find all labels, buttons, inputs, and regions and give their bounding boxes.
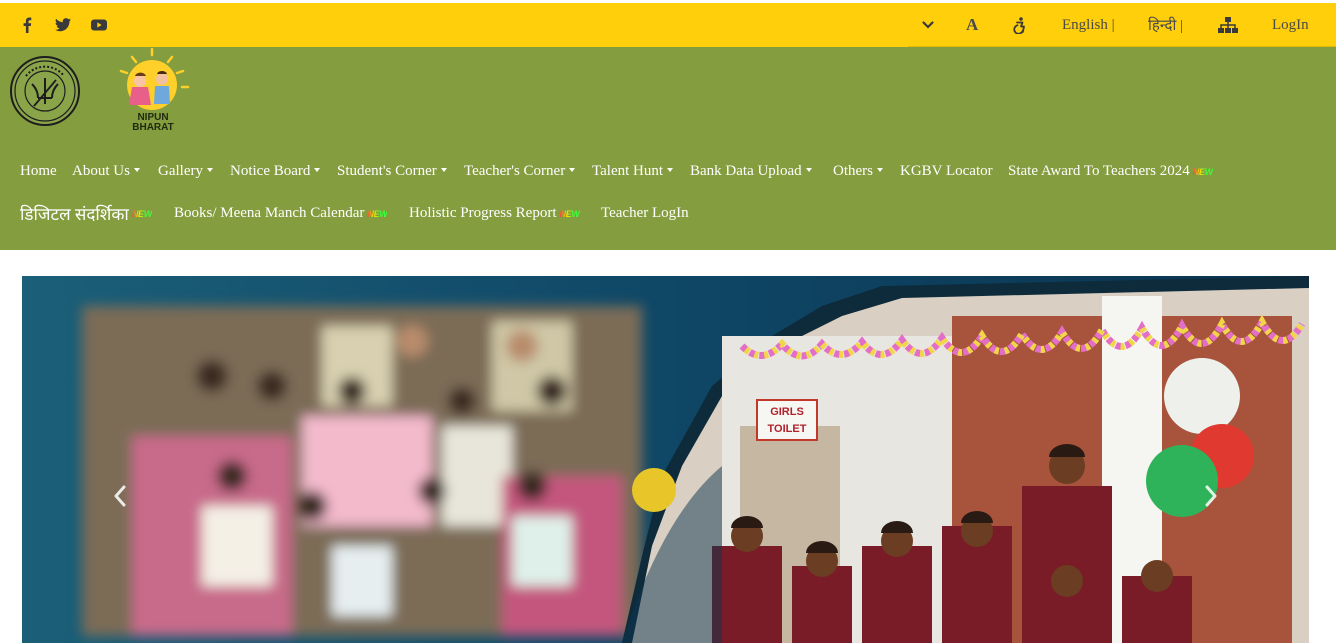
caret-down-icon	[133, 168, 140, 172]
accessibility-icon	[1013, 16, 1025, 34]
text-size-label: A	[966, 15, 979, 34]
carousel-slide-image: GIRLS TOILET	[22, 276, 1309, 643]
nav-item-label: State Award To Teachers 2024	[1008, 162, 1190, 179]
nav-item-student-s-corner[interactable]: Student's Corner	[337, 157, 447, 185]
chevron-down-icon	[922, 21, 934, 29]
nav-item-label: Teacher LogIn	[601, 204, 689, 221]
nav-item-label: Others	[833, 162, 873, 179]
nav-item-label: Home	[20, 162, 57, 179]
sitemap-icon	[1218, 17, 1238, 33]
caret-down-icon	[440, 168, 447, 172]
social-links	[18, 3, 108, 47]
state-emblem-logo[interactable]	[10, 56, 80, 126]
caret-down-icon	[314, 168, 321, 172]
nav-item-label: Books/ Meena Manch Calendar	[174, 204, 365, 221]
accessibility-button[interactable]	[1012, 3, 1028, 47]
image-carousel: GIRLS TOILET	[22, 276, 1309, 643]
login-link[interactable]: LogIn	[1272, 3, 1309, 47]
nav-item-label: डिजिटल संदर्शिका	[20, 204, 129, 224]
nav-item-kgbv-locator[interactable]: KGBV Locator	[900, 157, 993, 185]
nav-item-label: Notice Board	[230, 162, 311, 179]
nav-item-state-award-to-teachers-2024[interactable]: State Award To Teachers 2024 NEW	[1008, 157, 1213, 185]
nav-item-label: Holistic Progress Report	[409, 204, 557, 221]
more-options-chevron[interactable]	[922, 3, 934, 47]
nav-item-label: About Us	[72, 162, 130, 179]
nav-item-others[interactable]: Others	[833, 157, 883, 185]
caret-down-icon	[206, 168, 213, 172]
new-badge: NEW	[367, 209, 388, 219]
nav-item-label: Teacher's Corner	[464, 162, 566, 179]
lang-hindi-label: हिन्दी |	[1148, 18, 1184, 34]
nav-item-teacher-s-corner[interactable]: Teacher's Corner	[464, 157, 576, 185]
nav-item-teacher-login[interactable]: Teacher LogIn	[601, 199, 689, 227]
nav-item-label: Bank Data Upload	[690, 162, 802, 179]
svg-text:TOILET: TOILET	[768, 423, 807, 435]
chevron-right-icon	[1205, 485, 1217, 507]
nav-item-holistic-progress-report[interactable]: Holistic Progress Report NEW	[409, 199, 580, 227]
nav-item-bank-data-upload[interactable]: Bank Data Upload	[690, 157, 812, 185]
lang-hindi-link[interactable]: हिन्दी |	[1148, 3, 1183, 47]
nav-item-gallery[interactable]: Gallery	[158, 157, 213, 185]
new-badge: NEW	[559, 209, 580, 219]
caret-down-icon	[805, 168, 812, 172]
new-badge: NEW	[131, 209, 152, 219]
lang-english-label: English |	[1062, 16, 1115, 33]
text-size-button[interactable]: A	[966, 3, 978, 47]
nav-item-talent-hunt[interactable]: Talent Hunt	[592, 157, 674, 185]
nipun-bharat-text: NIPUN BHARAT	[132, 112, 174, 133]
new-badge: NEW	[1192, 167, 1213, 177]
nav-item-books-meena-manch-calendar[interactable]: Books/ Meena Manch Calendar NEW	[174, 199, 388, 227]
carousel-next-button[interactable]	[1196, 481, 1226, 511]
facebook-icon[interactable]	[18, 16, 36, 34]
caret-down-icon	[569, 168, 576, 172]
youtube-icon[interactable]	[90, 16, 108, 34]
nav-item-notice-board[interactable]: Notice Board	[230, 157, 321, 185]
sitemap-button[interactable]	[1218, 3, 1238, 47]
nav-item-label: Student's Corner	[337, 162, 437, 179]
nav-item-label: Talent Hunt	[592, 162, 664, 179]
utility-bar: A English | हिन्दी | LogIn	[0, 3, 1336, 47]
sign-text: GIRLS	[770, 406, 804, 418]
lang-english-link[interactable]: English |	[1062, 3, 1115, 47]
nav-item-label: Gallery	[158, 162, 203, 179]
utility-menu: A English | हिन्दी | LogIn	[908, 3, 1336, 47]
chevron-left-icon	[114, 485, 126, 507]
nav-item-item[interactable]: डिजिटल संदर्शिका NEW	[20, 199, 152, 227]
nav-item-home[interactable]: Home	[20, 157, 57, 185]
nav-item-label: KGBV Locator	[900, 162, 993, 179]
carousel-prev-button[interactable]	[105, 481, 135, 511]
caret-down-icon	[667, 168, 674, 172]
caret-down-icon	[877, 168, 883, 172]
site-header: NIPUN BHARAT Home About Us Gallery Notice B…	[0, 47, 1336, 250]
nav-item-about-us[interactable]: About Us	[72, 157, 140, 185]
twitter-icon[interactable]	[54, 16, 72, 34]
login-label: LogIn	[1272, 16, 1309, 33]
